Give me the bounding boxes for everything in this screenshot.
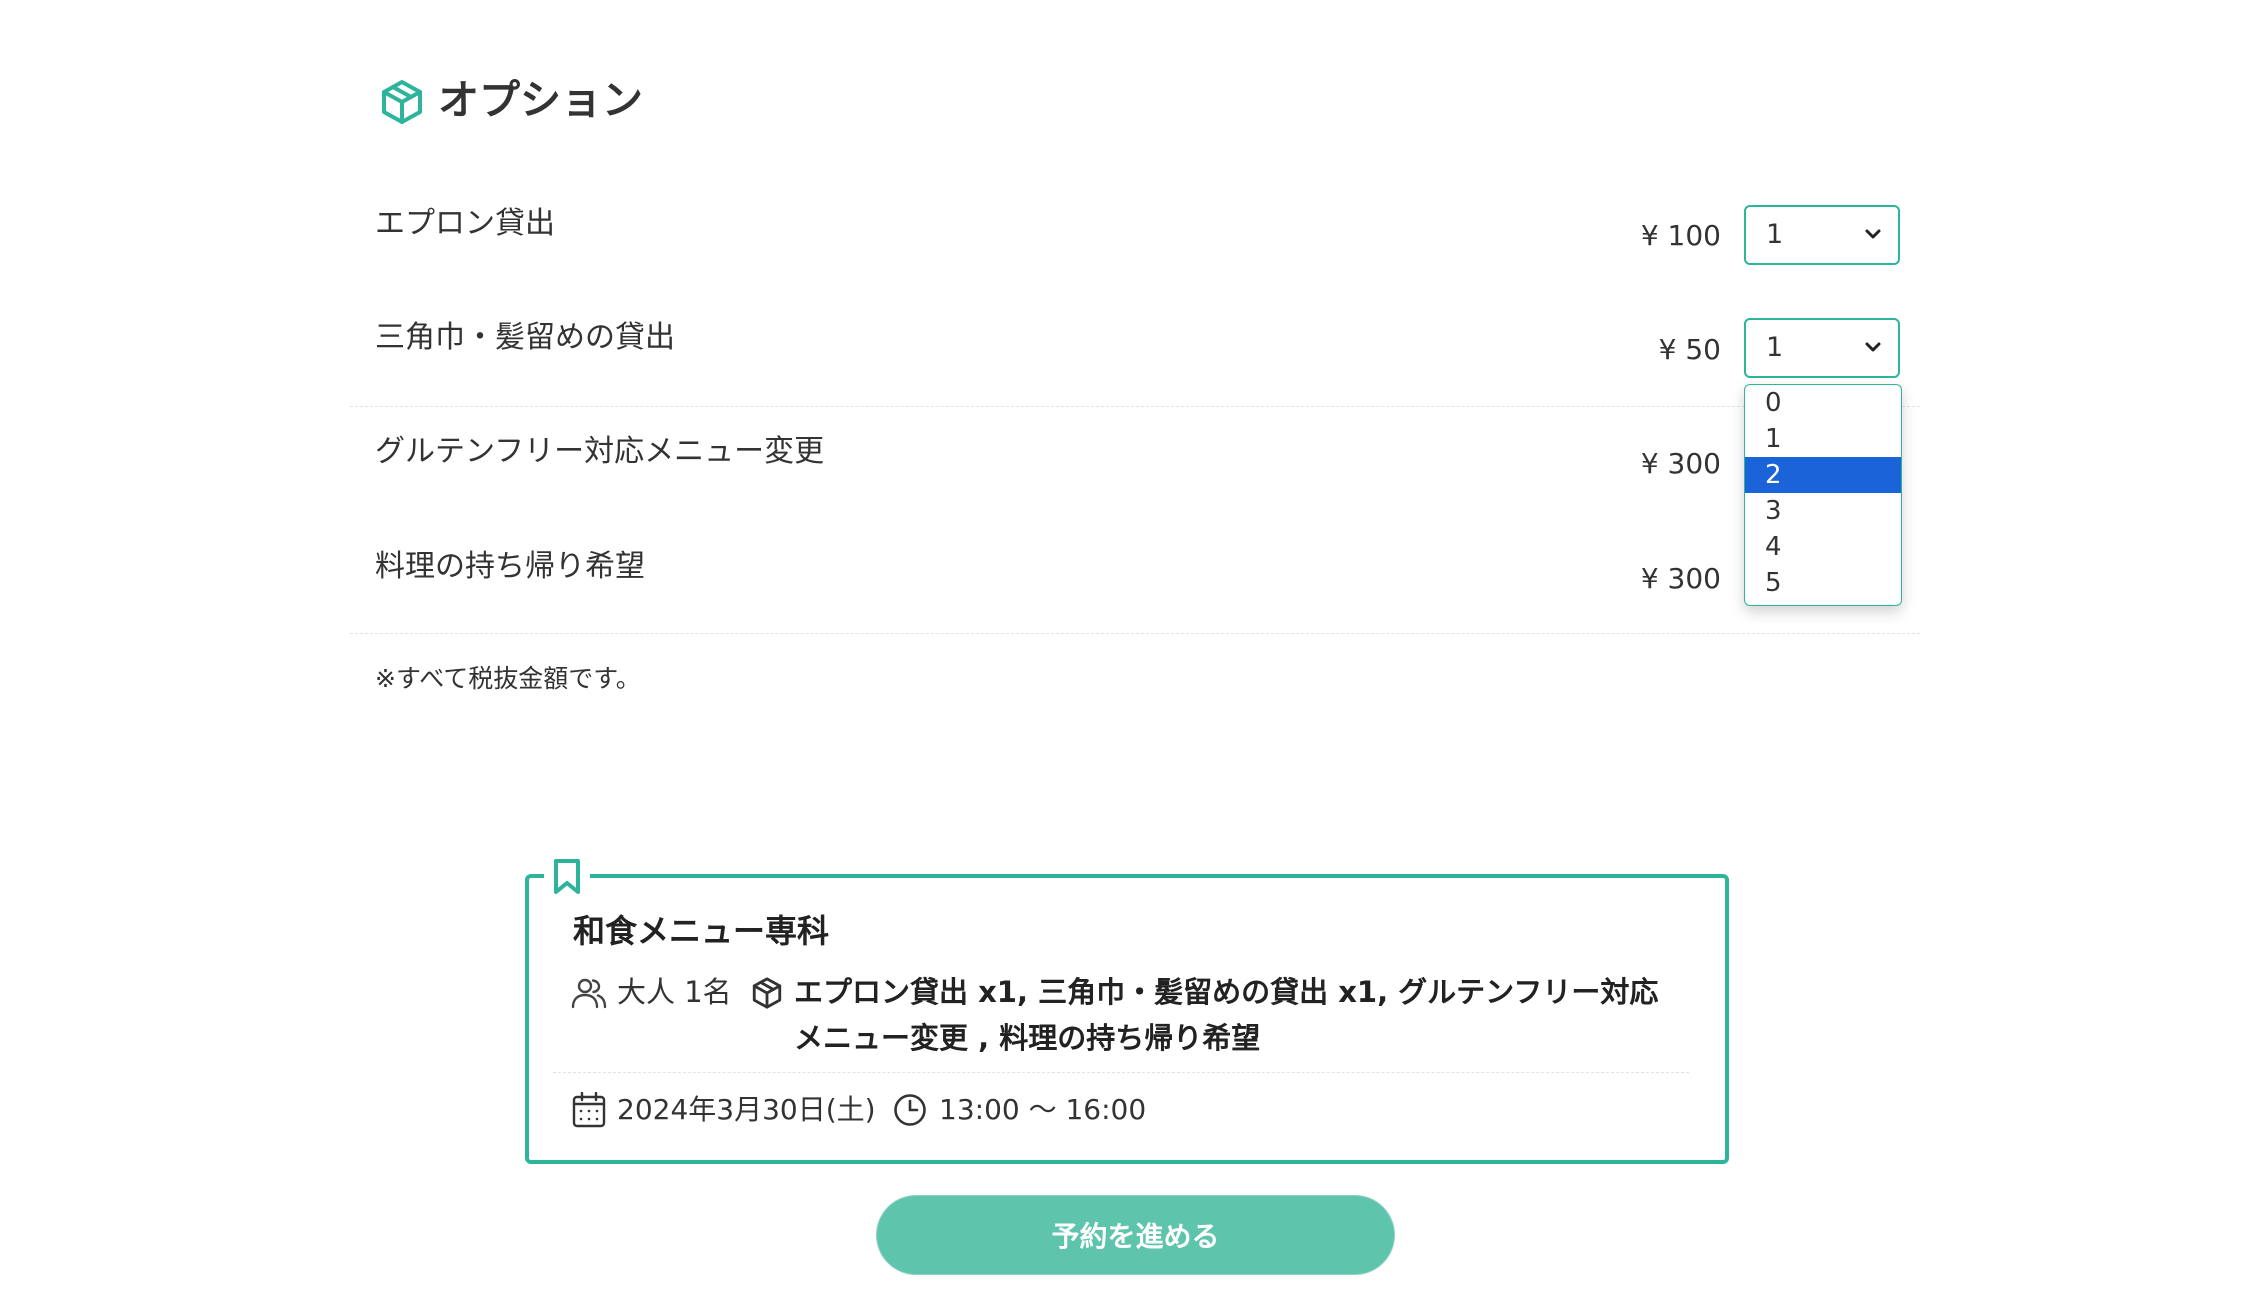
proceed-reservation-button[interactable]: 予約を進める [876, 1195, 1395, 1275]
options-divider [350, 406, 1920, 407]
section-title: オプション [438, 76, 643, 124]
dropdown-option-1[interactable]: 1 [1745, 421, 1901, 457]
clock-icon [894, 1094, 926, 1126]
reservation-time: 13:00 〜 16:00 [939, 1093, 1147, 1126]
quantity-select-apron[interactable]: 1 [1744, 205, 1900, 265]
quantity-value-headscarf: 1 [1766, 332, 1784, 363]
dropdown-option-5[interactable]: 5 [1745, 565, 1901, 601]
people-count: 大人 1名 [617, 975, 732, 1009]
chevron-down-icon [1865, 342, 1881, 352]
course-title: 和食メニュー専科 [573, 912, 830, 950]
option-name-takeout: 料理の持ち帰り希望 [375, 549, 645, 584]
dropdown-option-2[interactable]: 2 [1745, 457, 1901, 493]
quantity-value-apron: 1 [1766, 219, 1784, 250]
quantity-dropdown-list[interactable]: 0 1 2 3 4 5 [1744, 384, 1902, 606]
selected-options-summary-cont: メニュー変更 , 料理の持ち帰り希望 [794, 1021, 1261, 1055]
card-divider [553, 1072, 1689, 1073]
quantity-select-headscarf[interactable]: 1 [1744, 318, 1900, 378]
option-name-apron: エプロン貸出 [375, 206, 555, 241]
option-price-apron: ¥ 100 [1640, 219, 1721, 252]
calendar-icon [572, 1092, 606, 1128]
reservation-date: 2024年3月30日(土) [617, 1093, 876, 1126]
dropdown-option-3[interactable]: 3 [1745, 493, 1901, 529]
option-price-takeout: ¥ 300 [1640, 562, 1721, 595]
people-icon [571, 978, 607, 1009]
dropdown-option-4[interactable]: 4 [1745, 529, 1901, 565]
dropdown-option-0[interactable]: 0 [1745, 385, 1901, 421]
proceed-button-label: 予約を進める [1051, 1220, 1220, 1253]
bookmark-icon [554, 859, 580, 894]
box-icon [752, 977, 782, 1009]
options-divider [350, 633, 1920, 634]
selected-options-summary: エプロン貸出 x1, 三角巾・髪留めの貸出 x1, グルテンフリー対応 [794, 975, 1659, 1009]
option-name-gluten-free: グルテンフリー対応メニュー変更 [375, 434, 825, 469]
tax-note: ※すべて税抜金額です。 [375, 664, 641, 693]
option-price-gluten-free: ¥ 300 [1640, 447, 1721, 480]
option-price-headscarf: ¥ 50 [1658, 333, 1721, 366]
chevron-down-icon [1865, 229, 1881, 239]
box-icon [382, 80, 422, 124]
option-name-headscarf: 三角巾・髪留めの貸出 [375, 320, 675, 355]
